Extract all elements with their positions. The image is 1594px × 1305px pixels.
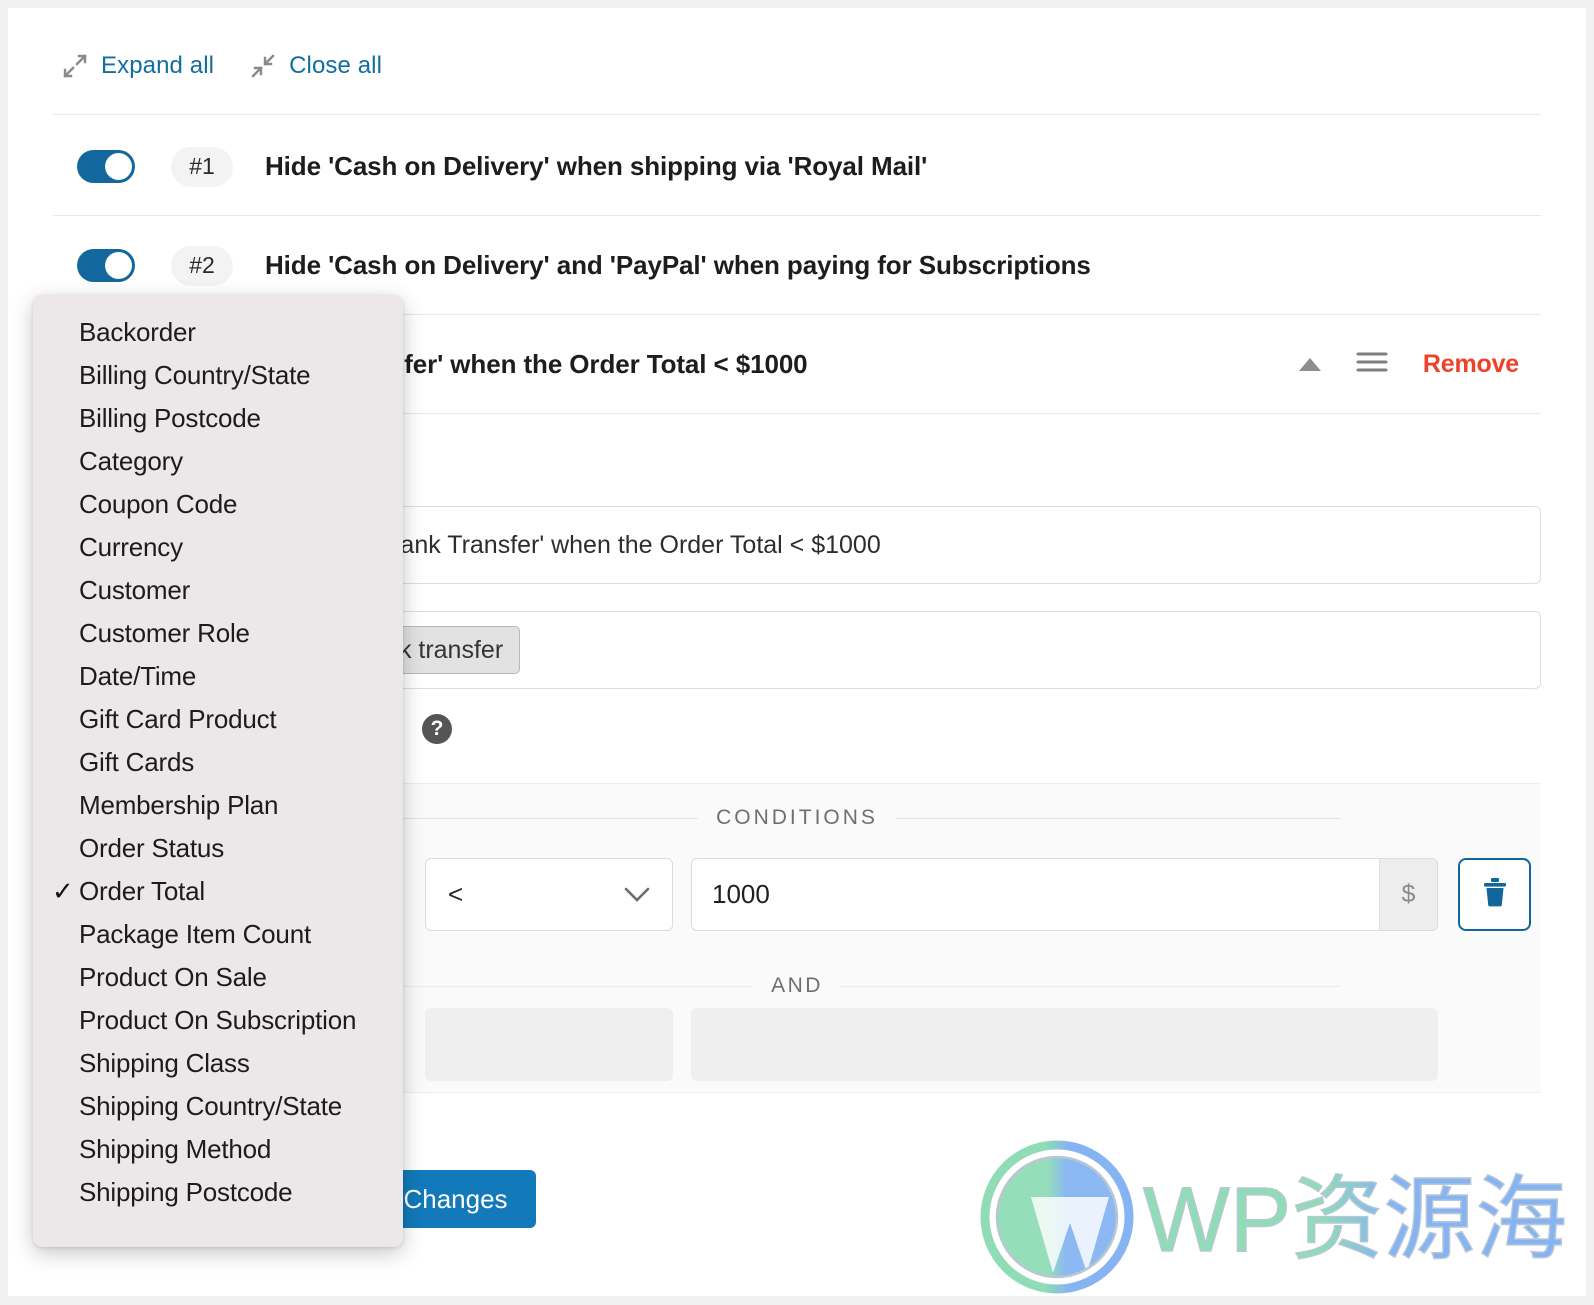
- dropdown-item[interactable]: Billing Postcode: [33, 397, 403, 440]
- condition-type-dropdown[interactable]: Backorder Billing Country/State Billing Po…: [33, 295, 403, 1247]
- dropdown-item[interactable]: Shipping Class: [33, 1042, 403, 1085]
- close-all-label: Close all: [289, 52, 382, 80]
- dropdown-item[interactable]: Shipping Postcode: [33, 1171, 403, 1214]
- dropdown-item[interactable]: Category: [33, 440, 403, 483]
- dropdown-item-label: Package Item Count: [79, 919, 311, 950]
- dropdown-item[interactable]: Gift Card Product: [33, 698, 403, 741]
- condition-delete-placeholder: [1458, 1008, 1531, 1081]
- rule-title: Hide 'Cash on Delivery' when shipping vi…: [265, 151, 1541, 182]
- dropdown-item[interactable]: Currency: [33, 526, 403, 569]
- rule-actions: Remove: [1299, 349, 1519, 380]
- dropdown-item[interactable]: Order Status: [33, 827, 403, 870]
- rule-id-badge: #1: [171, 147, 233, 187]
- condition-value-field[interactable]: 1000 $: [691, 858, 1438, 931]
- dropdown-item-label: Order Status: [79, 833, 224, 864]
- rule-enable-toggle[interactable]: [77, 150, 135, 183]
- dropdown-item[interactable]: Billing Country/State: [33, 354, 403, 397]
- dropdown-item-label: Membership Plan: [79, 790, 278, 821]
- close-all-link[interactable]: Close all: [250, 52, 382, 80]
- dropdown-item[interactable]: Package Item Count: [33, 913, 403, 956]
- dropdown-item-label: Billing Country/State: [79, 360, 310, 391]
- dropdown-item[interactable]: Customer: [33, 569, 403, 612]
- dropdown-item[interactable]: Shipping Method: [33, 1128, 403, 1171]
- expand-all-link[interactable]: Expand all: [62, 52, 214, 80]
- dropdown-item-label: Product On Sale: [79, 962, 267, 993]
- dropdown-item-label: Shipping Country/State: [79, 1091, 342, 1122]
- dropdown-item-label: Date/Time: [79, 661, 196, 692]
- dropdown-item-label: Coupon Code: [79, 489, 237, 520]
- dropdown-item-label: Backorder: [79, 317, 196, 348]
- dropdown-item[interactable]: Date/Time: [33, 655, 403, 698]
- expand-collapse-toolbar: Expand all Close all: [62, 52, 382, 80]
- toggle-knob: [105, 252, 132, 279]
- dropdown-item[interactable]: Product On Subscription: [33, 999, 403, 1042]
- divider-line-right: [841, 986, 1341, 987]
- dropdown-item-label: Gift Card Product: [79, 704, 276, 735]
- rule-title: Bank Transfer' when the Order Total < $1…: [265, 349, 1299, 380]
- chevron-down-icon: [624, 879, 650, 910]
- dropdown-item-label: Category: [79, 446, 183, 477]
- condition-operator-select[interactable]: <: [425, 858, 673, 931]
- dropdown-item[interactable]: Coupon Code: [33, 483, 403, 526]
- dropdown-item-label: Customer: [79, 575, 190, 606]
- dropdown-item[interactable]: Backorder: [33, 311, 403, 354]
- dropdown-item[interactable]: Gift Cards: [33, 741, 403, 784]
- condition-operator-value: <: [448, 879, 463, 910]
- collapse-caret-up-icon[interactable]: [1299, 358, 1321, 371]
- dropdown-item-label: Gift Cards: [79, 747, 194, 778]
- rule-title-input[interactable]: de 'Direct Bank Transfer' when the Order…: [249, 506, 1541, 584]
- close-all-icon: [250, 53, 276, 79]
- dropdown-item-label: Billing Postcode: [79, 403, 261, 434]
- dropdown-item-label: Order Total: [79, 876, 205, 907]
- remove-rule-link[interactable]: Remove: [1423, 350, 1519, 379]
- rule-title: Hide 'Cash on Delivery' and 'PayPal' whe…: [265, 250, 1541, 281]
- condition-value-placeholder[interactable]: [691, 1008, 1438, 1081]
- dropdown-item-label: Customer Role: [79, 618, 250, 649]
- dropdown-item-label: Currency: [79, 532, 183, 563]
- expand-all-icon: [62, 53, 88, 79]
- drag-handle-icon[interactable]: [1355, 349, 1389, 380]
- check-icon: ✓: [52, 876, 74, 907]
- divider-line-right: [896, 818, 1341, 819]
- delete-condition-button[interactable]: [1458, 858, 1531, 931]
- help-icon[interactable]: ?: [422, 714, 452, 744]
- dropdown-item[interactable]: ✓Order Total: [33, 870, 403, 913]
- payment-methods-multiselect[interactable]: Direct bank transfer: [249, 611, 1541, 689]
- dropdown-item-label: Shipping Method: [79, 1134, 271, 1165]
- currency-suffix: $: [1379, 859, 1437, 930]
- trash-icon: [1480, 876, 1510, 913]
- rule-row[interactable]: #1 Hide 'Cash on Delivery' when shipping…: [53, 118, 1541, 216]
- toolbar-divider: [53, 114, 1541, 115]
- dropdown-item[interactable]: Product On Sale: [33, 956, 403, 999]
- dropdown-item-label: Product On Subscription: [79, 1005, 356, 1036]
- dropdown-item-label: Shipping Class: [79, 1048, 250, 1079]
- dropdown-item[interactable]: Shipping Country/State: [33, 1085, 403, 1128]
- condition-operator-placeholder[interactable]: [425, 1008, 673, 1081]
- conditions-divider-label: CONDITIONS: [716, 806, 878, 830]
- and-divider-label: AND: [771, 974, 823, 998]
- dropdown-item[interactable]: Customer Role: [33, 612, 403, 655]
- rule-enable-toggle[interactable]: [77, 249, 135, 282]
- dropdown-item-label: Shipping Postcode: [79, 1177, 292, 1208]
- toggle-knob: [105, 153, 132, 180]
- condition-value-input[interactable]: 1000: [692, 859, 1379, 930]
- expand-all-label: Expand all: [101, 52, 214, 80]
- rule-id-badge: #2: [171, 246, 233, 286]
- dropdown-item[interactable]: Membership Plan: [33, 784, 403, 827]
